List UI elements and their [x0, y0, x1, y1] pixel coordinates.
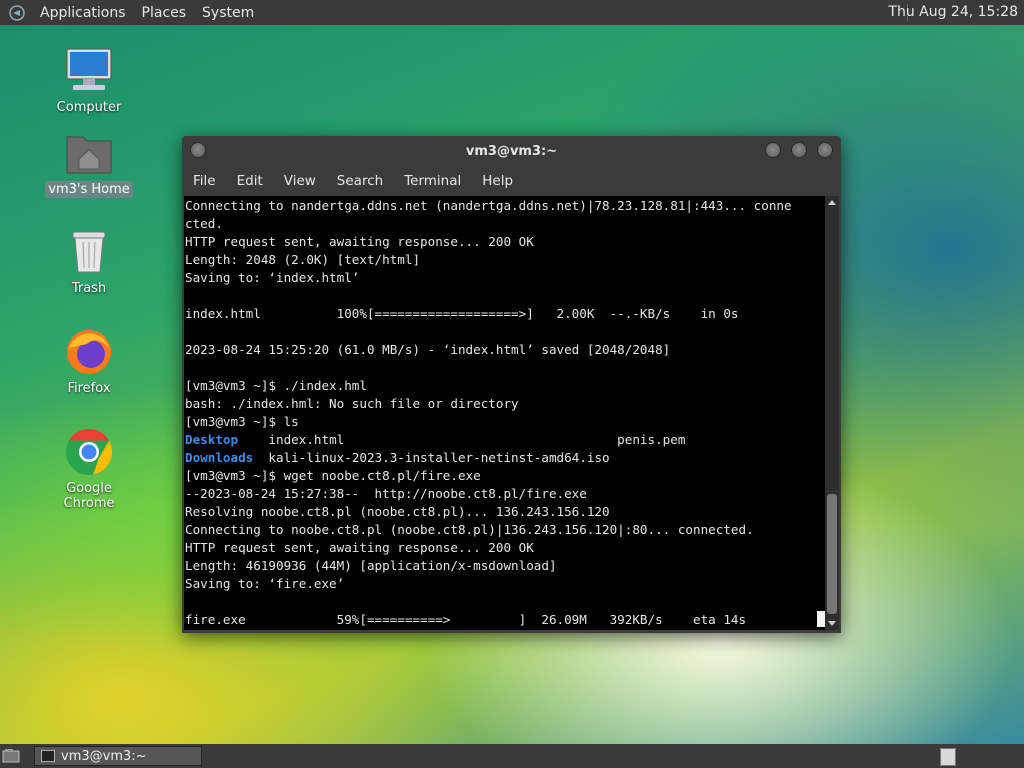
- clock[interactable]: Thu Aug 24, 15:28: [888, 4, 1018, 20]
- desktop-icon-label: Firefox: [67, 381, 111, 396]
- terminal-line: index.html 100%[===================>] 2.…: [185, 306, 739, 321]
- desktop-icon-computer[interactable]: Computer: [41, 45, 137, 116]
- terminal-icon: [41, 750, 55, 762]
- terminal-line: --2023-08-24 15:27:38-- http://noobe.ct8…: [185, 486, 587, 501]
- top-panel: Applications Places System Thu Aug 24, 1…: [0, 0, 1024, 25]
- terminal-line: [vm3@vm3 ~]$ ls: [185, 414, 299, 429]
- terminal-line: 2023-08-24 15:25:20 (61.0 MB/s) - ‘index…: [185, 342, 671, 357]
- menu-search[interactable]: Search: [326, 173, 393, 189]
- terminal-output[interactable]: Connecting to nandertga.ddns.net (nander…: [184, 196, 825, 630]
- directory-name: Downloads: [185, 450, 254, 465]
- terminal-line: bash: ./index.hml: No such file or direc…: [185, 396, 519, 411]
- desktop-icon-home[interactable]: vm3's Home: [41, 127, 137, 198]
- chrome-icon: [66, 428, 113, 475]
- firefox-icon: [67, 330, 111, 374]
- window-title: vm3@vm3:~: [465, 144, 558, 159]
- system-menu[interactable]: System: [194, 5, 262, 21]
- desktop-icon-trash[interactable]: Trash: [41, 226, 137, 297]
- terminal-window[interactable]: vm3@vm3:~ File Edit View Search Terminal…: [182, 136, 841, 633]
- terminal-line: fire.exe 59%[==========> ] 26.09M 392KB/…: [185, 612, 747, 627]
- maximize-button[interactable]: [791, 142, 807, 158]
- text-cursor: [817, 611, 825, 627]
- applications-menu[interactable]: Applications: [32, 5, 134, 21]
- terminal-scrollbar[interactable]: [825, 196, 839, 630]
- terminal-line: HTTP request sent, awaiting response... …: [185, 540, 534, 555]
- terminal-line: cted.: [185, 216, 223, 231]
- terminal-menubar: File Edit View Search Terminal Help: [182, 166, 841, 196]
- ls-entries: index.html penis.pem: [238, 432, 686, 447]
- desktop-icon-label: Google Chrome: [63, 481, 115, 511]
- ls-output-row: Downloads kali-linux-2023.3-installer-ne…: [185, 449, 825, 467]
- terminal-line: HTTP request sent, awaiting response... …: [185, 234, 534, 249]
- menu-terminal[interactable]: Terminal: [393, 173, 471, 189]
- menu-edit[interactable]: Edit: [226, 173, 273, 189]
- terminal-line: [vm3@vm3 ~]$ wget noobe.ct8.pl/fire.exe: [185, 468, 481, 483]
- desktop-icon-label: Computer: [56, 100, 122, 115]
- kali-logo-icon[interactable]: [8, 4, 26, 22]
- terminal-line: Connecting to nandertga.ddns.net (nander…: [185, 198, 792, 213]
- minimize-button[interactable]: [765, 142, 781, 158]
- close-button[interactable]: [817, 142, 833, 158]
- ls-entries: kali-linux-2023.3-installer-netinst-amd6…: [253, 450, 610, 465]
- terminal-line: Connecting to noobe.ct8.pl (noobe.ct8.pl…: [185, 522, 754, 537]
- computer-icon: [66, 48, 112, 90]
- terminal-line: Saving to: ‘index.html’: [185, 270, 360, 285]
- terminal-line: [vm3@vm3 ~]$ ./index.hml: [185, 378, 367, 393]
- terminal-line: Resolving noobe.ct8.pl (noobe.ct8.pl)...…: [185, 504, 610, 519]
- taskbar-item-label: vm3@vm3:~: [61, 748, 147, 764]
- window-titlebar[interactable]: vm3@vm3:~: [182, 136, 841, 166]
- menu-file[interactable]: File: [182, 173, 226, 189]
- menu-view[interactable]: View: [273, 173, 326, 189]
- desktop-icon-chrome[interactable]: Google Chrome: [41, 426, 137, 512]
- desktop-icon-firefox[interactable]: Firefox: [41, 326, 137, 397]
- desktop-icon-label: vm3's Home: [45, 181, 133, 198]
- directory-name: Desktop: [185, 432, 239, 447]
- bottom-panel: vm3@vm3:~: [0, 744, 1024, 768]
- terminal-line: Saving to: ‘fire.exe’: [185, 576, 345, 591]
- places-menu[interactable]: Places: [134, 5, 195, 21]
- desktop-icon-label: Trash: [71, 281, 107, 296]
- trash-icon: [72, 231, 106, 273]
- scroll-up-arrow-icon[interactable]: [828, 200, 836, 205]
- show-desktop-icon[interactable]: [2, 747, 20, 765]
- menu-help[interactable]: Help: [471, 173, 523, 189]
- taskbar-item-terminal[interactable]: vm3@vm3:~: [34, 746, 202, 766]
- workspace-switcher[interactable]: [940, 748, 956, 766]
- terminal-line: Length: 2048 (2.0K) [text/html]: [185, 252, 421, 267]
- scroll-down-arrow-icon[interactable]: [828, 621, 836, 626]
- scrollbar-thumb[interactable]: [827, 494, 837, 614]
- terminal-line: Length: 46190936 (44M) [application/x-ms…: [185, 558, 557, 573]
- ls-output-row: Desktop index.html penis.pem: [185, 431, 825, 449]
- home-folder-icon: [66, 136, 112, 174]
